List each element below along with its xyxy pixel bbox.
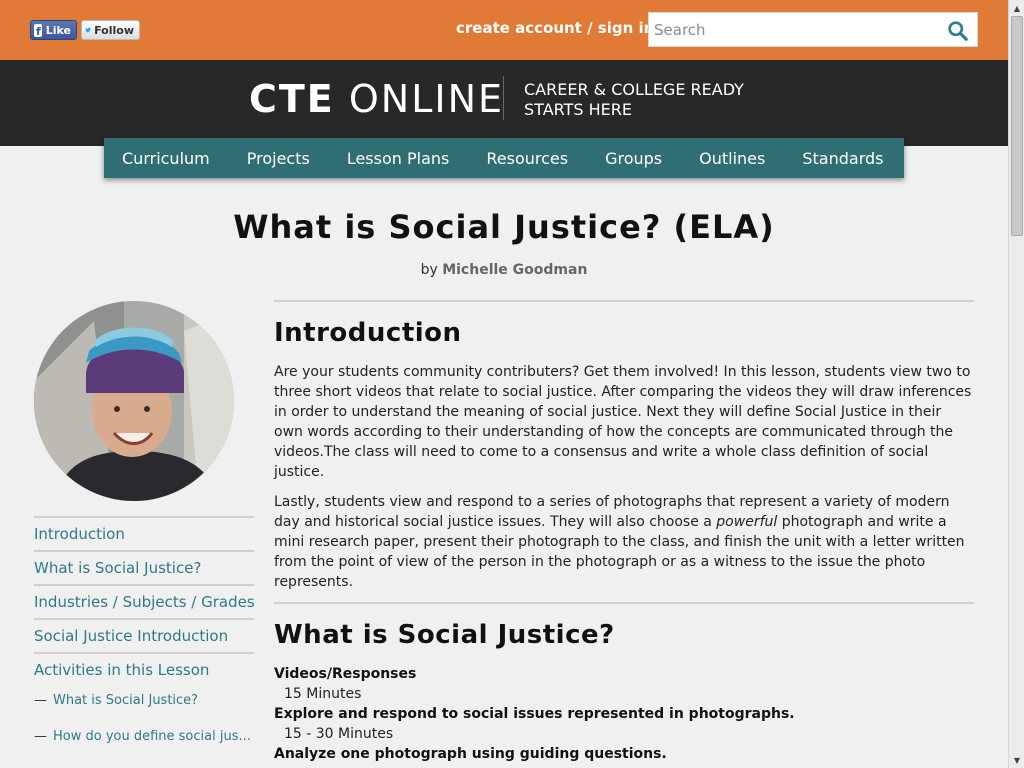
- section-divider: [274, 602, 974, 604]
- toc-subitem[interactable]: — What is Social Justice?: [34, 686, 254, 722]
- follow-label: Follow: [94, 23, 134, 37]
- lesson-toc: Introduction What is Social Justice? Ind…: [34, 516, 255, 758]
- like-label: Like: [45, 23, 71, 37]
- toc-subitem-label: What is Social Justice?: [53, 693, 199, 708]
- scroll-down-arrow-icon[interactable]: ▼: [1009, 752, 1024, 768]
- twitter-follow-button[interactable]: Follow: [81, 20, 140, 40]
- author-link[interactable]: Michelle Goodman: [442, 262, 587, 278]
- site-logo[interactable]: CTE ONLINE: [249, 77, 504, 121]
- nav-item-groups[interactable]: Groups: [605, 149, 662, 168]
- activity-title: Videos/Responses: [274, 666, 417, 682]
- section-divider: [274, 300, 974, 302]
- top-bar: f Like Follow create account / sign in: [0, 0, 1008, 60]
- site-header: CTE ONLINE CAREER & COLLEGE READY STARTS…: [0, 60, 1008, 146]
- tagline-line-1: CAREER & COLLEGE READY: [524, 80, 744, 99]
- intro-paragraph-2: Lastly, students view and respond to a s…: [274, 494, 965, 590]
- toc-dash: —: [34, 693, 47, 708]
- page-scrollbar[interactable]: ▲ ▼: [1008, 0, 1024, 768]
- toc-subitem[interactable]: — How do you define social jus...: [34, 722, 254, 758]
- page-title: What is Social Justice? (ELA): [233, 208, 775, 246]
- logo-divider: [503, 76, 504, 120]
- nav-item-outlines[interactable]: Outlines: [699, 149, 765, 168]
- toc-item-activities[interactable]: Activities in this Lesson: [34, 652, 254, 686]
- toc-item-what-is-social-justice[interactable]: What is Social Justice?: [34, 550, 254, 584]
- activity-title: Explore and respond to social issues rep…: [274, 706, 795, 722]
- intro-paragraph: Are your students community contributers…: [274, 364, 972, 480]
- nav-item-projects[interactable]: Projects: [247, 149, 310, 168]
- byline: by Michelle Goodman: [0, 262, 1008, 278]
- toc-dash: —: [34, 729, 47, 744]
- facebook-like-button[interactable]: f Like: [30, 20, 77, 40]
- scroll-up-arrow-icon[interactable]: ▲: [1009, 0, 1024, 16]
- search-box: [648, 12, 978, 47]
- author-avatar: [34, 301, 234, 501]
- toc-subitem-label: How do you define social jus...: [53, 729, 251, 744]
- emphasis-text: powerful: [716, 514, 778, 530]
- activity-list: Videos/Responses 15 Minutes Explore and …: [274, 664, 974, 764]
- toc-item-social-justice-introduction[interactable]: Social Justice Introduction: [34, 618, 254, 652]
- scrollbar-thumb[interactable]: [1011, 16, 1023, 236]
- section-heading-what-is-social-justice: What is Social Justice?: [274, 620, 615, 650]
- create-account-sign-in-link[interactable]: create account / sign in: [456, 19, 654, 37]
- nav-item-curriculum[interactable]: Curriculum: [122, 149, 210, 168]
- byline-prefix: by: [420, 262, 438, 278]
- facebook-icon: f: [34, 23, 42, 38]
- search-input[interactable]: [649, 13, 939, 46]
- lesson-content: Introduction Are your students community…: [274, 300, 974, 764]
- tagline-line-2: STARTS HERE: [524, 100, 632, 119]
- nav-item-standards[interactable]: Standards: [802, 149, 883, 168]
- nav-item-resources[interactable]: Resources: [486, 149, 568, 168]
- toc-item-industries-subjects-grades[interactable]: Industries / Subjects / Grades: [34, 584, 255, 618]
- logo-light-text: ONLINE: [348, 77, 505, 121]
- section-heading-introduction: Introduction: [274, 318, 462, 348]
- tagline: CAREER & COLLEGE READY STARTS HERE: [524, 80, 744, 120]
- activity-title: Analyze one photograph using guiding que…: [274, 746, 667, 762]
- search-icon[interactable]: [947, 20, 968, 41]
- main-nav: Curriculum Projects Lesson Plans Resourc…: [104, 138, 904, 178]
- toc-item-introduction[interactable]: Introduction: [34, 516, 254, 550]
- twitter-bird-icon: [85, 27, 91, 33]
- nav-item-lesson-plans[interactable]: Lesson Plans: [347, 149, 450, 168]
- activity-duration: 15 Minutes: [284, 686, 362, 702]
- logo-bold-text: CTE: [249, 77, 335, 121]
- activity-duration: 15 - 30 Minutes: [284, 726, 394, 742]
